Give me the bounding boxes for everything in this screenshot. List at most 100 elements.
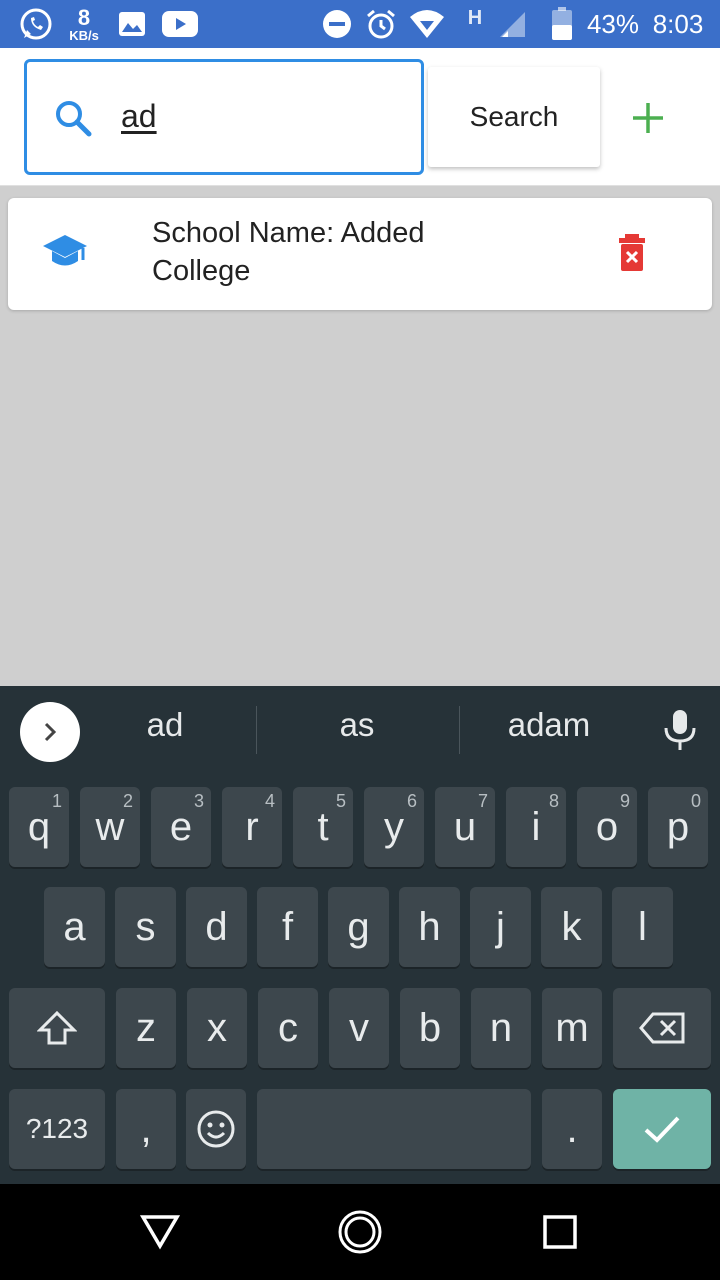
key-g[interactable]: g (328, 887, 389, 967)
backspace-icon (639, 1012, 685, 1044)
key-e[interactable]: e3 (151, 787, 211, 867)
backspace-key[interactable] (613, 988, 711, 1068)
suggestion-divider (256, 706, 257, 754)
symbols-key[interactable]: ?123 (9, 1089, 105, 1169)
key-y[interactable]: y6 (364, 787, 424, 867)
search-input-value[interactable]: ad (121, 98, 157, 135)
alarm-icon (364, 0, 398, 48)
battery-percent: 43% (586, 8, 640, 39)
list-item[interactable]: School Name: Added College (8, 198, 712, 310)
add-button[interactable] (624, 94, 672, 142)
microphone-icon[interactable] (660, 708, 700, 757)
wifi-icon (408, 0, 446, 48)
graduation-cap-icon (42, 232, 88, 277)
key-label: k (561, 904, 582, 949)
suggestion-3[interactable]: adam (464, 706, 634, 744)
home-button[interactable] (336, 1208, 384, 1256)
key-label: x (207, 1005, 227, 1050)
shift-key[interactable] (9, 988, 105, 1068)
key-label: i (531, 804, 541, 849)
key-z[interactable]: z (116, 988, 176, 1068)
key-s[interactable]: s (115, 887, 176, 967)
key-x[interactable]: x (187, 988, 247, 1068)
key-label: g (347, 904, 370, 949)
key-hint: 4 (264, 791, 275, 811)
checkmark-icon (644, 1116, 680, 1143)
suggestion-divider (459, 706, 460, 754)
network-speed-value: 8 (77, 4, 91, 30)
key-n[interactable]: n (471, 988, 531, 1068)
key-hint: 2 (122, 791, 133, 811)
key-hint: 8 (548, 791, 559, 811)
key-label: j (496, 904, 505, 949)
key-label: f (281, 904, 294, 949)
key-u[interactable]: u7 (435, 787, 495, 867)
key-v[interactable]: v (329, 988, 389, 1068)
key-c[interactable]: c (258, 988, 318, 1068)
key-label: r (245, 804, 259, 849)
key-label: h (418, 904, 441, 949)
back-triangle-icon (140, 1215, 180, 1250)
key-label: y (384, 804, 404, 849)
key-label: z (136, 1005, 156, 1050)
key-label: w (95, 804, 125, 849)
period-key[interactable]: . (542, 1089, 602, 1169)
key-f[interactable]: f (257, 887, 318, 967)
navigation-bar (0, 1184, 720, 1280)
key-label: e (169, 804, 193, 849)
key-hint: 3 (193, 791, 204, 811)
key-label: q (27, 804, 51, 849)
emoji-icon (197, 1110, 235, 1148)
battery-icon (548, 0, 576, 48)
key-t[interactable]: t5 (293, 787, 353, 867)
emoji-key[interactable] (186, 1089, 246, 1169)
key-d[interactable]: d (186, 887, 247, 967)
key-o[interactable]: o9 (577, 787, 637, 867)
key-hint: 6 (406, 791, 417, 811)
search-icon (53, 98, 93, 143)
key-r[interactable]: r4 (222, 787, 282, 867)
key-hint: 7 (477, 791, 488, 811)
comma-key[interactable]: , (116, 1089, 176, 1169)
soft-keyboard: ad as adam ?123 , . q1w2e3r4t5y6u7i8o9p0… (0, 686, 720, 1184)
expand-suggestions-button[interactable] (20, 702, 80, 762)
key-label: v (349, 1005, 369, 1050)
key-j[interactable]: j (470, 887, 531, 967)
status-bar: 8 KB/s H 43% 8:03 (0, 0, 720, 48)
key-i[interactable]: i8 (506, 787, 566, 867)
key-a[interactable]: a (44, 887, 105, 967)
key-q[interactable]: q1 (9, 787, 69, 867)
key-label: m (555, 1005, 589, 1050)
key-label: t (317, 804, 329, 849)
search-input[interactable]: ad (24, 59, 424, 175)
shift-icon (37, 1010, 77, 1045)
key-label: n (489, 1005, 513, 1050)
key-h[interactable]: h (399, 887, 460, 967)
home-circle-icon (338, 1210, 382, 1254)
search-button[interactable]: Search (428, 67, 600, 167)
key-l[interactable]: l (612, 887, 673, 967)
search-header: ad Search (0, 48, 720, 186)
key-label: o (595, 804, 619, 849)
key-hint: 1 (51, 791, 62, 811)
suggestion-1[interactable]: ad (80, 706, 250, 744)
youtube-icon (162, 0, 198, 48)
signal-icon (496, 0, 528, 48)
recents-button[interactable] (536, 1208, 584, 1256)
key-b[interactable]: b (400, 988, 460, 1068)
delete-icon[interactable] (614, 234, 650, 277)
key-hint: 9 (619, 791, 630, 811)
gallery-icon (116, 0, 148, 48)
space-key[interactable] (257, 1089, 531, 1169)
key-label: b (418, 1005, 442, 1050)
suggestion-2[interactable]: as (272, 706, 442, 744)
school-name: School Name: Added College (152, 217, 425, 287)
back-button[interactable] (136, 1208, 184, 1256)
key-label: l (638, 904, 647, 949)
key-p[interactable]: p0 (648, 787, 708, 867)
enter-key[interactable] (613, 1089, 711, 1169)
key-m[interactable]: m (542, 988, 602, 1068)
do-not-disturb-icon (320, 0, 354, 48)
key-w[interactable]: w2 (80, 787, 140, 867)
key-k[interactable]: k (541, 887, 602, 967)
